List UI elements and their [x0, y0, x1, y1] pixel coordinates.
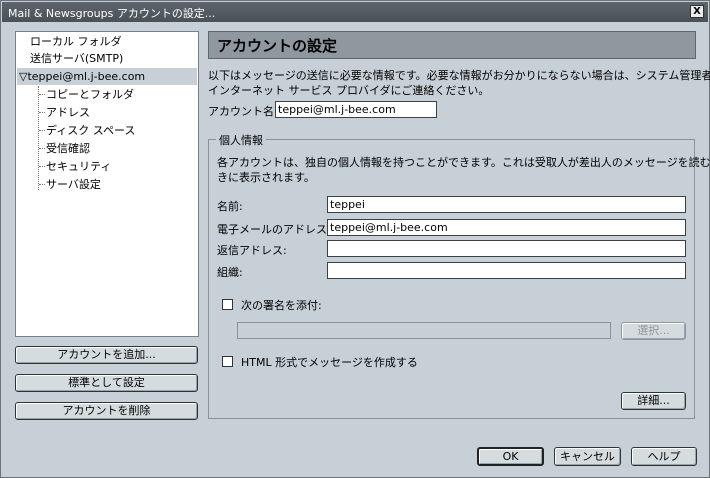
- identity-group-legend: 個人情報: [216, 132, 266, 148]
- tree-item-server-settings[interactable]: サーバ設定: [46, 176, 101, 193]
- account-name-label: アカウント名:: [208, 105, 278, 118]
- page-title: アカウントの設定: [217, 37, 338, 55]
- panel-description-line-2: インターネット サービス プロバイダにご連絡ください。: [208, 84, 490, 97]
- tree-item-outgoing-server[interactable]: 送信サーバ(SMTP): [30, 50, 123, 67]
- tree-item-local-folders[interactable]: ローカル フォルダ: [30, 33, 122, 50]
- tree-item-addressing[interactable]: アドレス: [46, 104, 90, 121]
- title-bar[interactable]: Mail & Newsgroups アカウントの設定... X: [2, 2, 708, 22]
- tree-guide-branch: [39, 130, 45, 131]
- remove-account-button[interactable]: アカウントを削除: [15, 402, 198, 420]
- name-label: 名前:: [217, 200, 243, 213]
- cancel-button[interactable]: キャンセル: [554, 447, 621, 466]
- close-icon[interactable]: X: [690, 5, 704, 18]
- identity-description-line-1: 各アカウントは、独自の個人情報を持つことができます。これは受取人が差出人のメッセ…: [217, 156, 710, 169]
- email-label: 電子メールのアドレス:: [217, 223, 331, 236]
- reply-to-label: 返信アドレス:: [217, 244, 287, 257]
- tree-item-copies-folders[interactable]: コピーとフォルダ: [46, 86, 134, 103]
- html-compose-label: HTML 形式でメッセージを作成する: [241, 356, 418, 369]
- signature-file-field[interactable]: [237, 322, 611, 339]
- organization-label: 組織:: [217, 266, 243, 279]
- tree-item-security[interactable]: セキュリティ: [46, 158, 111, 175]
- tree-item-account[interactable]: ▽teppei@ml.j-bee.com: [17, 68, 197, 85]
- signature-checkbox[interactable]: [222, 299, 233, 310]
- add-account-button[interactable]: アカウントを追加...: [15, 346, 198, 364]
- tree-guide-branch: [39, 184, 45, 185]
- account-tree[interactable]: ローカル フォルダ 送信サーバ(SMTP) ▽teppei@ml.j-bee.c…: [15, 31, 199, 337]
- choose-signature-button[interactable]: 選択...: [621, 322, 686, 340]
- tree-guide-line: [38, 86, 39, 190]
- signature-label: 次の署名を添付:: [241, 299, 322, 312]
- identity-description-line-2: きに表示されます。: [217, 171, 315, 184]
- email-field[interactable]: teppei@ml.j-bee.com: [327, 219, 686, 236]
- html-compose-checkbox[interactable]: [222, 356, 233, 367]
- panel-description-line-1: 以下はメッセージの送信に必要な情報です。必要な情報がお分かりにならない場合は、シ…: [208, 69, 710, 82]
- tree-guide-branch: [39, 94, 45, 95]
- set-default-button[interactable]: 標準として設定: [15, 374, 198, 392]
- tree-guide-branch: [39, 166, 45, 167]
- window-title: Mail & Newsgroups アカウントの設定...: [8, 7, 216, 20]
- name-field[interactable]: teppei: [327, 196, 686, 213]
- account-name-field[interactable]: teppei@ml.j-bee.com: [275, 101, 437, 118]
- organization-field[interactable]: [327, 262, 686, 279]
- ok-button[interactable]: OK: [477, 447, 544, 466]
- account-settings-window: Mail & Newsgroups アカウントの設定... X ローカル フォル…: [0, 0, 710, 478]
- advanced-button[interactable]: 詳細...: [621, 392, 686, 410]
- panel-header: アカウントの設定: [208, 31, 696, 59]
- tree-item-account-label: teppei@ml.j-bee.com: [27, 70, 146, 83]
- tree-guide-branch: [39, 112, 45, 113]
- reply-to-field[interactable]: [327, 240, 686, 257]
- help-button[interactable]: ヘルプ: [631, 447, 697, 466]
- tree-guide-branch: [39, 148, 45, 149]
- tree-item-return-receipts[interactable]: 受信確認: [46, 140, 90, 157]
- tree-item-disk-space[interactable]: ディスク スペース: [46, 122, 135, 139]
